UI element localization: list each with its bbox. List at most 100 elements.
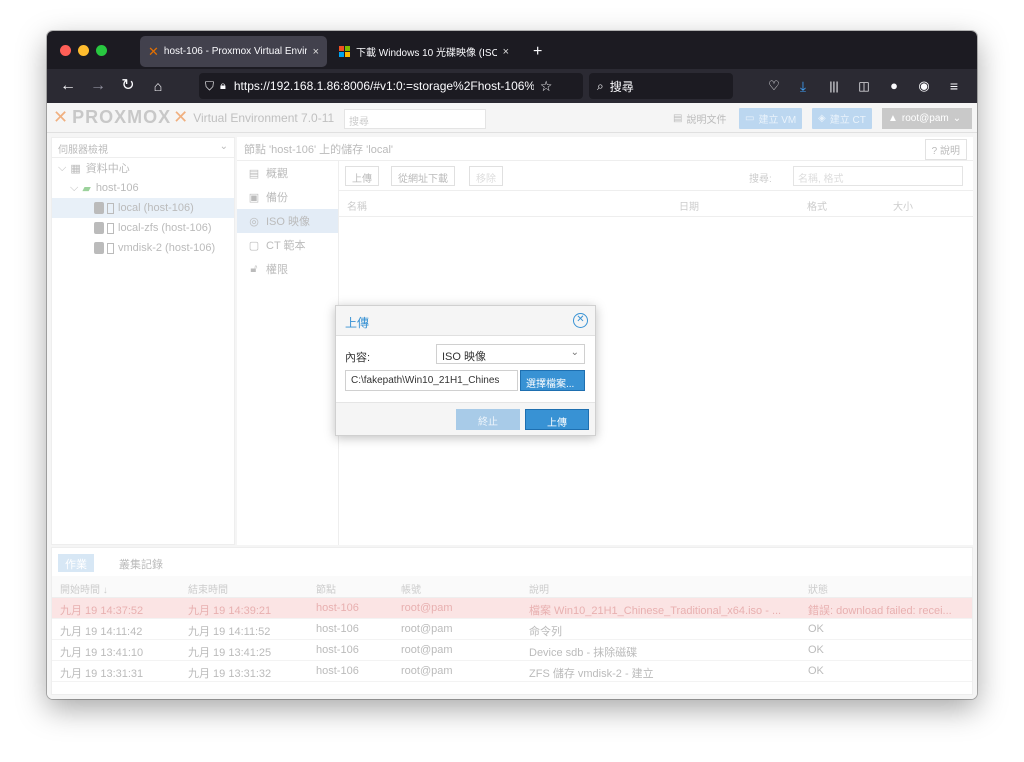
remove-button[interactable]: 移除 bbox=[469, 166, 503, 186]
storage-side-menu: ▤ 概觀 ▣ 備份 ◎ ISO 映像 ▢ CT 範本 🔓︎ 權限 bbox=[237, 161, 339, 545]
url-bar[interactable]: ⛉ 🔒︎ https://192.168.1.86:8006/#v1:0:=st… bbox=[199, 73, 583, 99]
tree-item-storage-local-zfs[interactable]: local-zfs (host-106) bbox=[52, 218, 234, 238]
task-log-panel: 作業 叢集記錄 開始時間 ↓ 結束時間 節點 帳號 說明 狀態 九月 19 14… bbox=[51, 547, 973, 695]
version-label: Virtual Environment 7.0-11 bbox=[193, 110, 335, 125]
tree-item-storage-vmdisk[interactable]: vmdisk-2 (host-106) bbox=[52, 238, 234, 258]
datacenter-icon: ▦ bbox=[70, 162, 81, 175]
pocket-icon[interactable]: ♡ bbox=[763, 75, 785, 97]
browser-tab-bar: ✕ host-106 - Proxmox Virtual Envir × 下載 … bbox=[47, 31, 977, 69]
menu-permissions[interactable]: 🔓︎ 權限 bbox=[237, 257, 338, 281]
forward-icon[interactable]: → bbox=[87, 75, 109, 97]
col-start-time[interactable]: 開始時間 ↓ bbox=[60, 581, 108, 596]
server-online-icon: ▰ bbox=[82, 182, 91, 195]
tab-title: 下載 Windows 10 光碟映像 (ISO 檔 bbox=[356, 48, 497, 59]
content-type-select[interactable]: ISO 映像 ⌄ bbox=[436, 344, 585, 364]
menu-icon[interactable]: ≡ bbox=[943, 75, 965, 97]
create-ct-button[interactable]: ◈ 建立 CT bbox=[812, 108, 872, 129]
book-icon: ▤ bbox=[248, 167, 260, 180]
browser-nav-bar: ← → ↻ ⌂ ⛉ 🔒︎ https://192.168.1.86:8006/#… bbox=[47, 69, 977, 103]
task-row[interactable]: 九月 19 13:31:31 九月 19 13:31:32 host-106 r… bbox=[52, 661, 972, 682]
file-path-field[interactable]: C:\fakepath\Win10_21H1_Chines bbox=[345, 370, 518, 391]
content-label: 內容: bbox=[345, 352, 371, 364]
content-search-input[interactable]: 名稱, 格式 bbox=[793, 166, 963, 186]
browser-tab-windows[interactable]: 下載 Windows 10 光碟映像 (ISO 檔 × bbox=[331, 36, 517, 67]
dialog-footer: 終止 上傳 bbox=[336, 402, 595, 435]
tab-close-icon[interactable]: × bbox=[503, 46, 509, 58]
pve-top-bar: ✕ PROXMOX ✕ Virtual Environment 7.0-11 搜… bbox=[47, 103, 977, 133]
help-button[interactable]: ? 說明 bbox=[924, 139, 967, 160]
menu-backup[interactable]: ▣ 備份 bbox=[237, 185, 338, 209]
search-label: 搜尋 bbox=[609, 79, 634, 94]
col-user[interactable]: 帳號 bbox=[401, 581, 421, 596]
bookmark-star-icon[interactable]: ☆ bbox=[540, 78, 553, 95]
tree-item-host[interactable]: ⌵ ▰ host-106 bbox=[52, 178, 234, 198]
upload-dialog: 上傳 ✕ 內容: ISO 映像 ⌄ C:\fakepath\Win10_21H1… bbox=[335, 305, 596, 436]
select-file-button[interactable]: 選擇檔案... bbox=[520, 370, 585, 391]
col-size[interactable]: 大小 bbox=[893, 198, 913, 213]
search-label: 搜尋: bbox=[749, 174, 772, 185]
user-menu-button[interactable]: ▲ root@pam ⌄ bbox=[882, 108, 972, 129]
close-icon[interactable]: ✕ bbox=[573, 313, 588, 328]
new-tab-button[interactable]: + bbox=[525, 36, 551, 67]
browser-search-box[interactable]: ⌕ 搜尋 bbox=[589, 73, 733, 99]
task-column-headers: 開始時間 ↓ 結束時間 節點 帳號 說明 狀態 bbox=[52, 576, 972, 598]
proxmox-favicon-icon: ✕ bbox=[148, 43, 159, 59]
book-icon: ▤ bbox=[673, 113, 683, 124]
url-text: https://192.168.1.86:8006/#v1:0:=storage… bbox=[233, 79, 534, 93]
content-column-headers: 名稱 日期 格式 大小 bbox=[339, 191, 973, 217]
abort-button[interactable]: 終止 bbox=[456, 409, 520, 430]
account-icon[interactable]: ◉ bbox=[913, 75, 935, 97]
storage-icon bbox=[94, 202, 104, 214]
col-name[interactable]: 名稱 bbox=[347, 198, 367, 213]
panel-title: 節點 'host-106' 上的儲存 'local' ? 說明 bbox=[237, 137, 973, 161]
task-row[interactable]: 九月 19 14:11:42 九月 19 14:11:52 host-106 r… bbox=[52, 619, 972, 640]
proxmox-logo: ✕ PROXMOX ✕ Virtual Environment 7.0-11 bbox=[53, 107, 335, 127]
create-vm-button[interactable]: ▭ 建立 VM bbox=[739, 108, 803, 129]
user-icon: ▲ bbox=[888, 113, 898, 124]
task-row[interactable]: 九月 19 13:41:10 九月 19 13:41:25 host-106 r… bbox=[52, 640, 972, 661]
extension-icon[interactable]: ● bbox=[883, 75, 905, 97]
library-icon[interactable]: ||| bbox=[823, 75, 845, 97]
browser-tab-proxmox[interactable]: ✕ host-106 - Proxmox Virtual Envir × bbox=[140, 36, 327, 67]
resource-tree: 伺服器檢視 ⌄ ⌵ ▦ 資料中心 ⌵ ▰ host-106 local (host-106… bbox=[51, 137, 235, 545]
upload-button[interactable]: 上傳 bbox=[345, 166, 379, 186]
tree-view-selector[interactable]: 伺服器檢視 ⌄ bbox=[52, 138, 234, 158]
menu-summary[interactable]: ▤ 概觀 bbox=[237, 161, 338, 185]
col-node[interactable]: 節點 bbox=[316, 581, 336, 596]
col-description[interactable]: 說明 bbox=[529, 581, 549, 596]
dialog-title: 上傳 bbox=[345, 316, 370, 330]
zoom-window-button[interactable] bbox=[96, 45, 107, 56]
docs-button[interactable]: ▤ 說明文件 bbox=[667, 108, 732, 129]
menu-ct-templates[interactable]: ▢ CT 範本 bbox=[237, 233, 338, 257]
back-icon[interactable]: ← bbox=[57, 75, 79, 97]
downloads-icon[interactable]: ⤓ bbox=[792, 75, 814, 97]
col-status[interactable]: 狀態 bbox=[808, 581, 828, 596]
dialog-upload-button[interactable]: 上傳 bbox=[525, 409, 589, 430]
template-icon: ▢ bbox=[248, 239, 260, 252]
reload-icon[interactable]: ↻ bbox=[117, 75, 139, 97]
col-end-time[interactable]: 結束時間 bbox=[188, 581, 228, 596]
menu-iso-images[interactable]: ◎ ISO 映像 bbox=[237, 209, 338, 233]
home-icon[interactable]: ⌂ bbox=[147, 75, 169, 97]
dialog-body: 內容: ISO 映像 ⌄ C:\fakepath\Win10_21H1_Chin… bbox=[336, 336, 595, 402]
storage-icon bbox=[94, 222, 104, 234]
tree-item-storage-local[interactable]: local (host-106) bbox=[52, 198, 234, 218]
task-row[interactable]: 九月 19 14:37:52 九月 19 14:39:21 host-106 r… bbox=[52, 598, 972, 619]
tab-cluster-log[interactable]: 叢集記錄 bbox=[112, 554, 170, 572]
global-search-input[interactable]: 搜尋 bbox=[344, 109, 486, 129]
col-date[interactable]: 日期 bbox=[679, 198, 699, 213]
unlock-icon: 🔓︎ bbox=[250, 262, 258, 275]
minimize-window-button[interactable] bbox=[78, 45, 89, 56]
close-window-button[interactable] bbox=[60, 45, 71, 56]
question-icon: ? bbox=[931, 146, 938, 157]
save-icon: ▣ bbox=[248, 191, 260, 204]
tab-tasks[interactable]: 作業 bbox=[58, 554, 94, 572]
shield-icon[interactable]: ⛉ bbox=[205, 79, 214, 94]
col-format[interactable]: 格式 bbox=[807, 198, 827, 213]
lock-icon[interactable]: 🔒︎ bbox=[220, 80, 226, 93]
content-toolbar: 上傳 從網址下載 移除 搜尋: 名稱, 格式 bbox=[339, 161, 973, 191]
tab-close-icon[interactable]: × bbox=[313, 46, 319, 58]
tree-item-datacenter[interactable]: ⌵ ▦ 資料中心 bbox=[52, 158, 234, 178]
sidebar-icon[interactable]: ◫ bbox=[853, 75, 875, 97]
download-from-url-button[interactable]: 從網址下載 bbox=[391, 166, 455, 186]
